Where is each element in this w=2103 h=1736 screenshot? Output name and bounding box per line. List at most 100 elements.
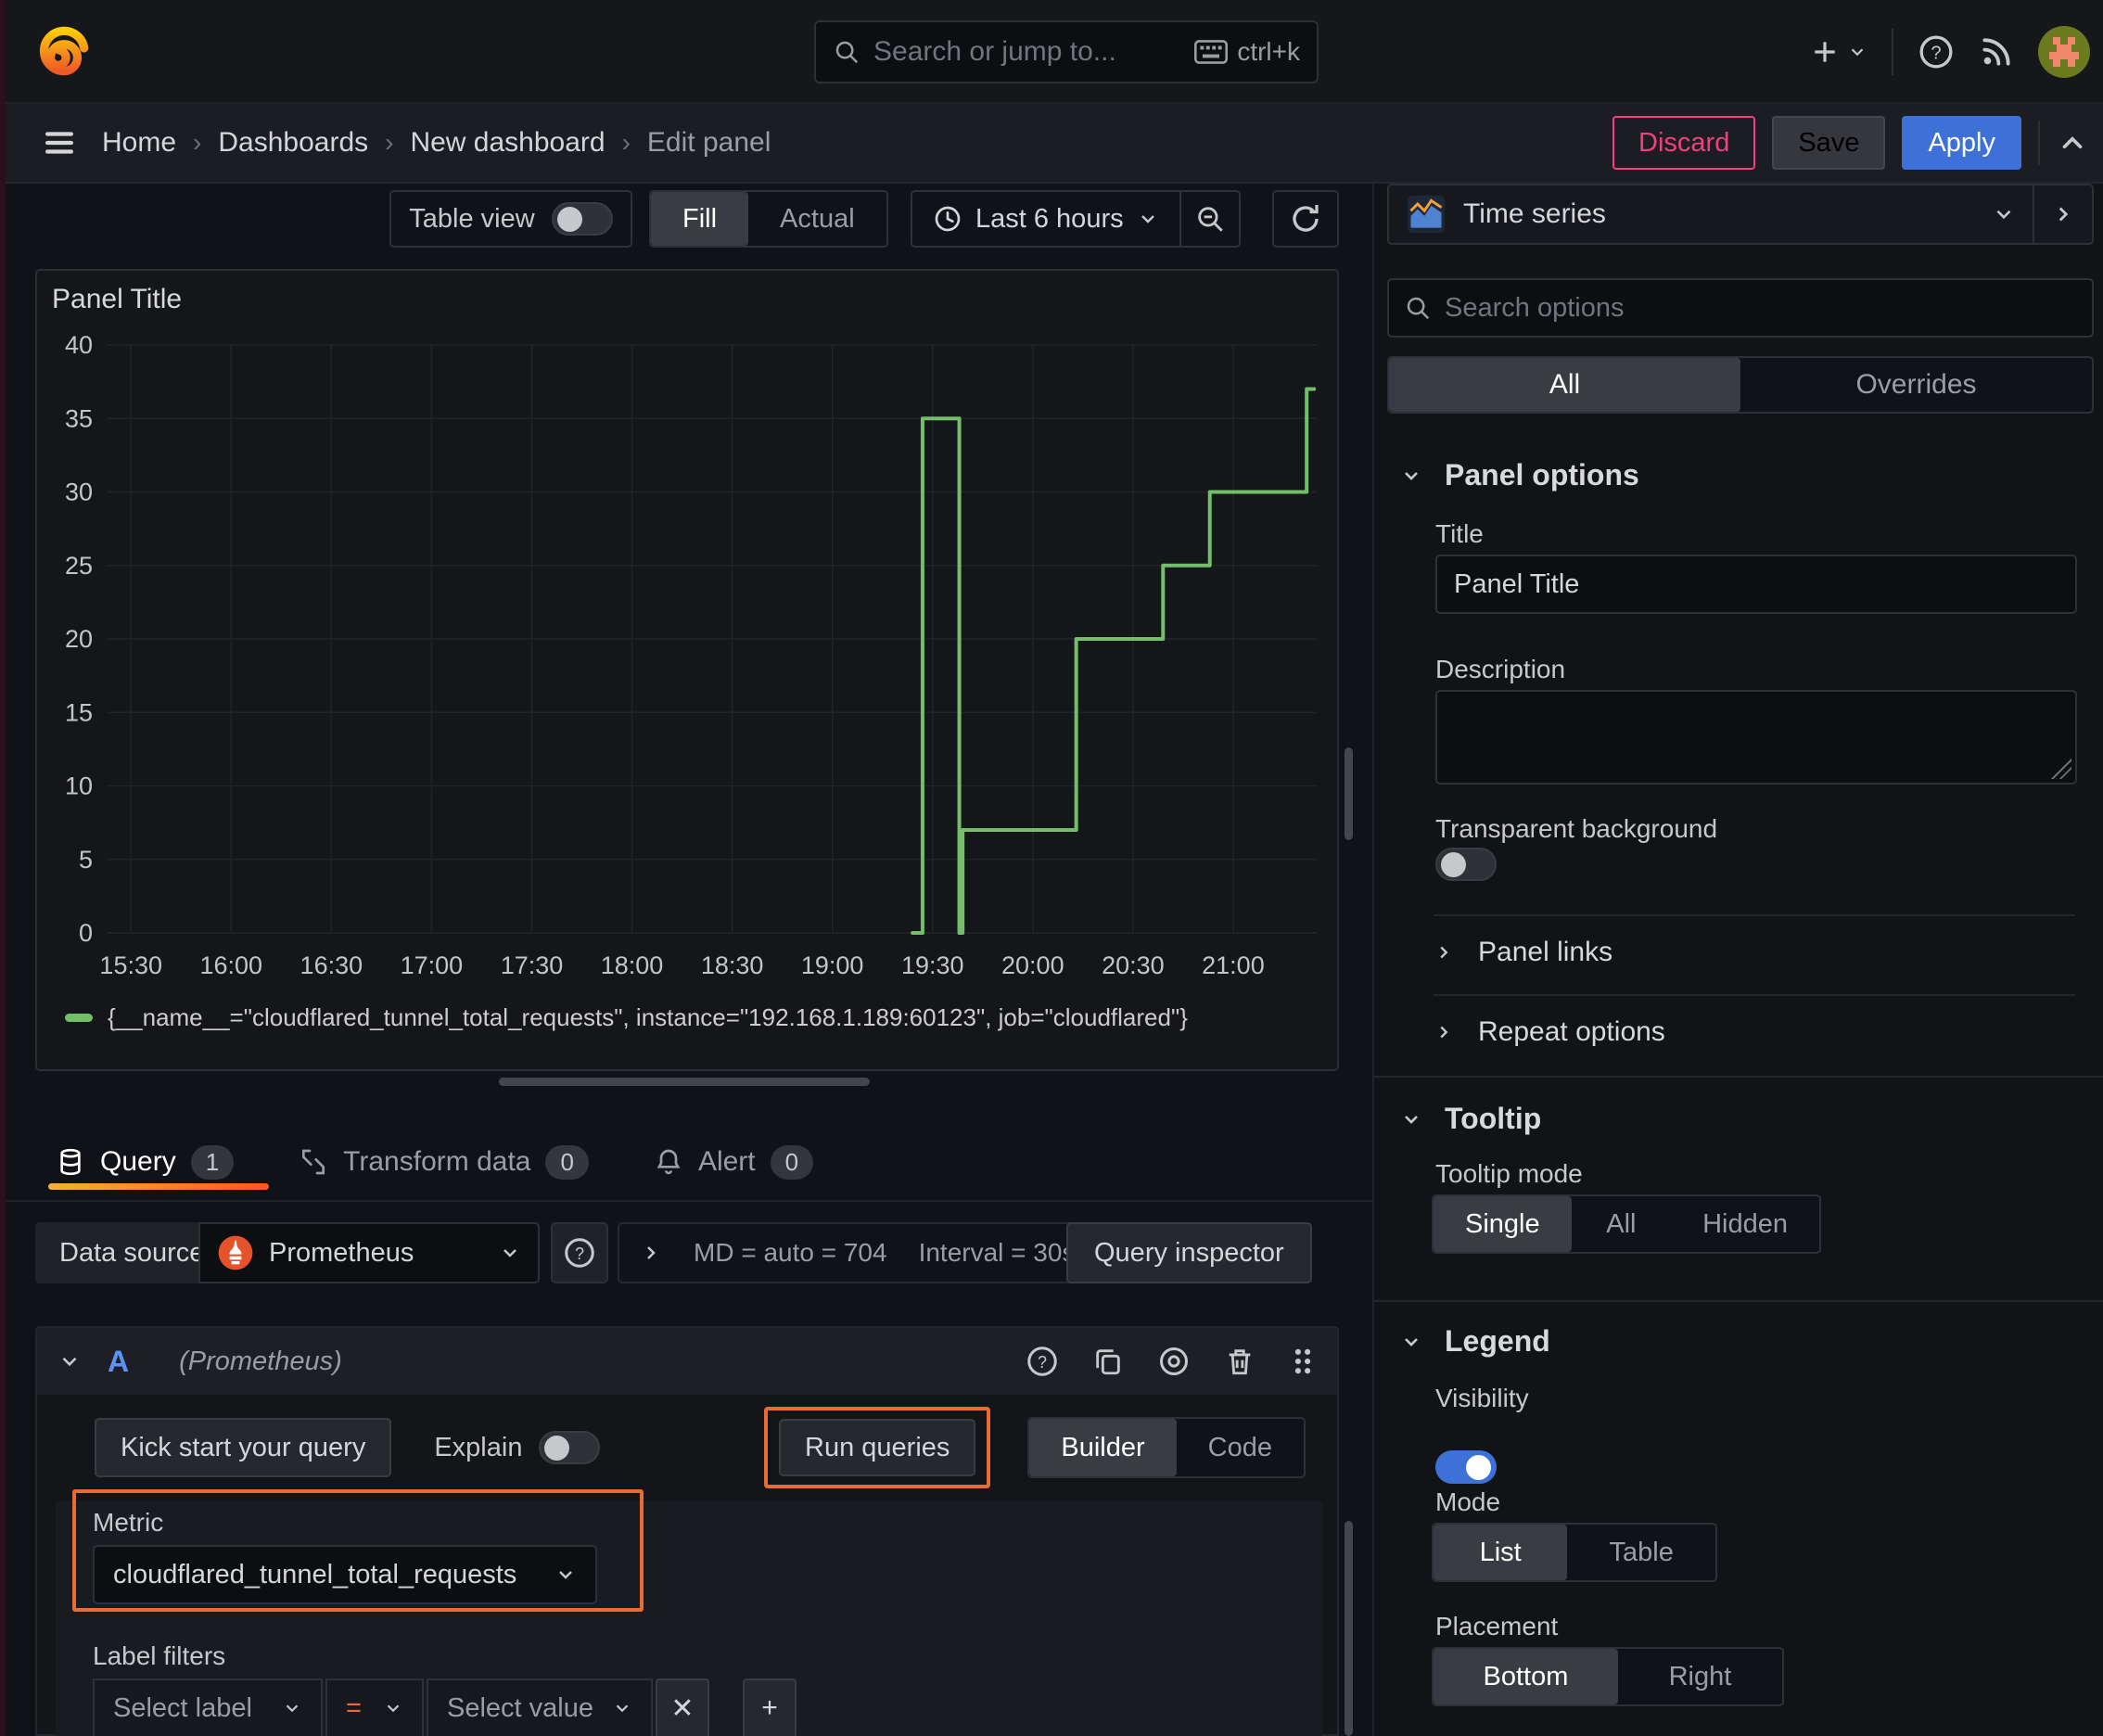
legend-placement-right[interactable]: Right [1618, 1649, 1782, 1704]
discard-button[interactable]: Discard [1612, 116, 1756, 170]
kick-start-query-button[interactable]: Kick start your query [95, 1418, 392, 1477]
collapse-options-pane-button[interactable] [2033, 185, 2092, 243]
fill-option[interactable]: Fill [651, 192, 749, 246]
legend-placement-switch: Bottom Right [1432, 1647, 1784, 1706]
metric-label: Metric [93, 1508, 164, 1537]
run-queries-button[interactable]: Run queries [779, 1419, 976, 1476]
panel-title-input[interactable] [1435, 555, 2077, 614]
grafana-logo-icon[interactable] [33, 20, 95, 82]
query-options-summary[interactable]: MD = auto = 704 Interval = 30s [618, 1222, 1100, 1283]
query-row-header[interactable]: A (Prometheus) ? [37, 1328, 1337, 1395]
collapse-header-chevron-up-icon[interactable] [2057, 127, 2088, 159]
chevron-down-icon [499, 1242, 521, 1264]
time-range-picker[interactable]: Last 6 hours [912, 192, 1179, 246]
svg-text:17:30: 17:30 [501, 951, 564, 979]
tooltip-section[interactable]: Tooltip [1400, 1102, 1541, 1136]
table-view-label: Table view [409, 203, 535, 234]
actions-divider [2038, 121, 2040, 165]
builder-code-switch: Builder Code [1027, 1417, 1306, 1478]
tab-all[interactable]: All [1389, 358, 1740, 412]
legend-placement-bottom[interactable]: Bottom [1434, 1649, 1618, 1704]
legend-mode-table[interactable]: Table [1567, 1525, 1715, 1580]
tab-transform-label: Transform data [343, 1146, 531, 1177]
metric-select[interactable]: cloudflared_tunnel_total_requests [93, 1545, 597, 1604]
title-label: Title [1435, 519, 1484, 548]
duplicate-query-icon[interactable] [1092, 1346, 1124, 1377]
breadcrumb-dashboards[interactable]: Dashboards [218, 127, 368, 159]
svg-text:40: 40 [65, 331, 93, 359]
panel-options-section[interactable]: Panel options [1400, 458, 1639, 492]
vertical-scrollbar-thumb-lower[interactable] [1345, 1521, 1353, 1736]
select-value-dropdown[interactable]: Select value [427, 1679, 653, 1736]
chart-legend[interactable]: {__name__="cloudflared_tunnel_total_requ… [65, 1003, 1188, 1032]
svg-text:?: ? [1038, 1353, 1047, 1372]
query-help-icon[interactable]: ? [1026, 1345, 1059, 1378]
apply-button[interactable]: Apply [1902, 116, 2021, 170]
select-label-dropdown[interactable]: Select label [93, 1679, 323, 1736]
query-editor-card: A (Prometheus) ? Kick start your query E… [35, 1326, 1339, 1736]
repeat-options-heading: Repeat options [1478, 1016, 1665, 1047]
refresh-button[interactable] [1272, 190, 1339, 248]
code-option[interactable]: Code [1177, 1419, 1304, 1476]
query-inspector-button[interactable]: Query inspector [1066, 1222, 1312, 1283]
hide-response-eye-icon[interactable] [1157, 1345, 1191, 1378]
legend-visibility-toggle[interactable] [1435, 1450, 1497, 1484]
datasource-picker[interactable]: Prometheus [198, 1222, 540, 1283]
tooltip-hidden-option[interactable]: Hidden [1671, 1196, 1819, 1252]
repeat-options-section[interactable]: Repeat options [1434, 1016, 1665, 1048]
legend-mode-list[interactable]: List [1434, 1525, 1568, 1580]
add-filter-button[interactable]: + [743, 1679, 797, 1736]
chevron-down-icon[interactable] [57, 1349, 82, 1373]
operator-dropdown[interactable]: = [325, 1679, 424, 1736]
panel-links-section[interactable]: Panel links [1434, 937, 1612, 968]
help-icon[interactable]: ? [1918, 33, 1955, 70]
options-search-input[interactable] [1445, 292, 2077, 324]
horizontal-scrollbar-thumb[interactable] [499, 1078, 870, 1086]
menu-hamburger-icon[interactable] [41, 124, 78, 161]
textarea-resize-handle[interactable] [2051, 759, 2071, 779]
news-rss-icon[interactable] [1979, 34, 2014, 70]
delete-query-trash-icon[interactable] [1224, 1346, 1255, 1377]
drag-handle-icon[interactable] [1289, 1346, 1317, 1377]
visualization-picker[interactable]: Time series [1387, 184, 2094, 245]
fill-actual-switch: Fill Actual [649, 190, 888, 248]
transparent-background-toggle[interactable] [1435, 848, 1497, 881]
clock-icon [933, 204, 962, 234]
options-search-field[interactable] [1387, 278, 2094, 338]
breadcrumb-separator: › [193, 128, 202, 157]
zoom-out-button[interactable] [1179, 192, 1239, 246]
chevron-down-icon [1992, 202, 2016, 226]
datasource-help-button[interactable]: ? [551, 1222, 608, 1283]
breadcrumb-dashboard[interactable]: New dashboard [410, 127, 605, 159]
label-filters-label: Label filters [93, 1641, 226, 1670]
breadcrumb-separator: › [621, 128, 631, 157]
save-button[interactable]: Save [1772, 116, 1886, 170]
panel-title[interactable]: Panel Title [52, 284, 182, 315]
chevron-down-icon [1137, 208, 1159, 230]
user-avatar[interactable] [2038, 26, 2090, 78]
search-input[interactable]: Search or jump to... ctrl+k [814, 20, 1319, 83]
vertical-scrollbar-thumb[interactable] [1345, 747, 1353, 840]
legend-series-label: {__name__="cloudflared_tunnel_total_requ… [108, 1003, 1188, 1031]
legend-section[interactable]: Legend [1400, 1324, 1550, 1359]
panel-description-input[interactable] [1435, 690, 2077, 785]
explain-toggle[interactable] [539, 1431, 601, 1464]
active-tab-indicator [48, 1183, 269, 1190]
breadcrumb-home[interactable]: Home [102, 127, 176, 159]
add-menu-button[interactable] [1810, 37, 1867, 67]
remove-filter-button[interactable]: ✕ [656, 1679, 709, 1736]
tab-query[interactable]: Query 1 [56, 1144, 235, 1180]
tab-alert[interactable]: Alert 0 [654, 1144, 814, 1180]
actual-option[interactable]: Actual [748, 192, 886, 246]
breadcrumb-bar: Home › Dashboards › New dashboard › Edit… [0, 104, 2103, 184]
svg-text:5: 5 [79, 846, 93, 874]
tab-transform-data[interactable]: Transform data 0 [299, 1144, 589, 1180]
builder-option[interactable]: Builder [1029, 1419, 1177, 1476]
tooltip-all-option[interactable]: All [1572, 1196, 1671, 1252]
table-view-toggle[interactable] [551, 202, 613, 236]
legend-mode-label: Mode [1435, 1487, 1501, 1516]
tab-overrides[interactable]: Overrides [1740, 358, 2092, 412]
svg-text:20:30: 20:30 [1102, 951, 1165, 979]
tooltip-single-option[interactable]: Single [1434, 1196, 1572, 1252]
database-icon [56, 1147, 85, 1177]
